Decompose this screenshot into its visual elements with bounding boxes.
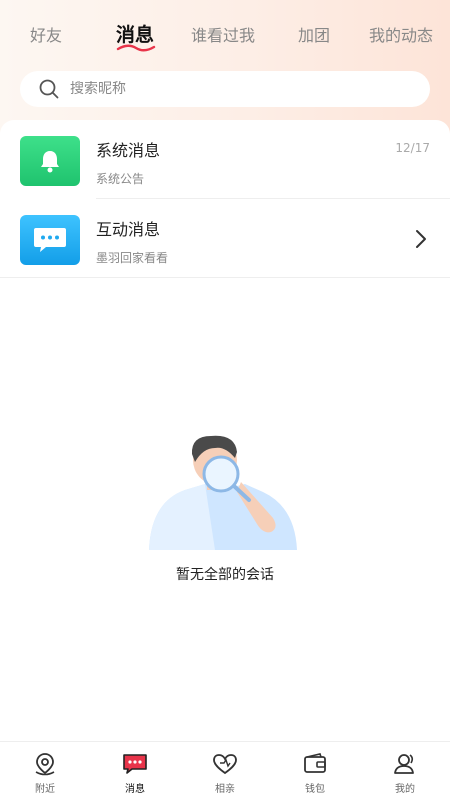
chevron-right-icon bbox=[416, 230, 426, 248]
message-subtitle: 系统公告 bbox=[96, 172, 145, 186]
tab-who-viewed-me[interactable]: 谁看过我 bbox=[191, 22, 255, 46]
tab-join-group[interactable]: 加团 bbox=[298, 22, 330, 46]
bottom-nav: 附近 消息 相亲 钱包 我的 bbox=[0, 741, 450, 800]
empty-state-text: 暂无全部的会话 bbox=[176, 567, 274, 583]
list-item-interaction-messages[interactable]: 互动消息 墨羽回家看看 bbox=[0, 199, 450, 278]
nav-label: 消息 bbox=[125, 784, 145, 795]
active-tab-indicator bbox=[116, 44, 156, 52]
top-tabs: 好友 消息 谁看过我 加团 我的动态 bbox=[0, 0, 450, 64]
message-list: 系统消息 系统公告 12/17 互动消息 墨羽回家看看 bbox=[0, 120, 450, 290]
search-icon bbox=[39, 79, 59, 99]
message-subtitle: 墨羽回家看看 bbox=[96, 251, 169, 265]
wallet-icon bbox=[304, 753, 326, 773]
list-item-system-messages[interactable]: 系统消息 系统公告 12/17 bbox=[0, 120, 450, 199]
search-input[interactable] bbox=[70, 81, 390, 97]
nav-label: 钱包 bbox=[305, 784, 325, 795]
search-bar[interactable] bbox=[20, 71, 430, 107]
nav-item-profile[interactable]: 我的 bbox=[360, 742, 450, 800]
person-magnifier-illustration bbox=[149, 435, 297, 550]
heart-icon bbox=[213, 754, 237, 775]
nav-item-nearby[interactable]: 附近 bbox=[0, 742, 90, 800]
bell-icon bbox=[20, 136, 80, 186]
nav-item-matchmaking[interactable]: 相亲 bbox=[180, 742, 270, 800]
tab-friends[interactable]: 好友 bbox=[30, 22, 62, 46]
nav-item-wallet[interactable]: 钱包 bbox=[270, 742, 360, 800]
nav-item-messages[interactable]: 消息 bbox=[90, 742, 180, 800]
message-title: 系统消息 bbox=[96, 141, 161, 160]
chat-bubble-icon bbox=[20, 215, 80, 265]
nav-label: 我的 bbox=[395, 784, 415, 795]
message-date: 12/17 bbox=[395, 141, 430, 155]
divider bbox=[0, 277, 450, 278]
nav-label: 相亲 bbox=[215, 784, 235, 795]
message-title: 互动消息 bbox=[96, 220, 161, 239]
message-icon bbox=[123, 754, 147, 774]
profile-icon bbox=[394, 754, 414, 774]
location-pin-icon bbox=[35, 753, 55, 776]
tab-my-moments[interactable]: 我的动态 bbox=[369, 22, 433, 46]
nav-label: 附近 bbox=[35, 784, 55, 795]
